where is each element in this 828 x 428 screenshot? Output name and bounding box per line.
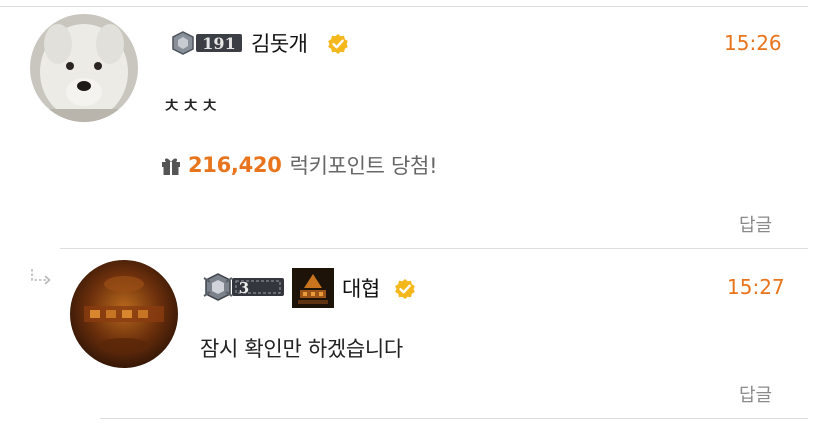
top-divider [0,6,808,7]
bottom-divider [100,418,808,419]
comment-time: 15:26 [724,31,782,55]
guild-emblem-icon [292,268,334,308]
level-emblem-icon: 3 [203,273,284,301]
username[interactable]: 김돗개 [251,28,308,58]
level-badge: 191 [170,30,244,56]
lucky-points-label: 럭키포인트 당첨! [289,154,438,178]
level-emblem-icon: 191 [170,30,244,56]
avatar[interactable] [70,260,178,368]
reply-button[interactable]: 답글 [739,381,772,407]
reply-button[interactable]: 답글 [739,211,772,237]
guild-emblem [292,268,334,308]
verified-check-icon [395,279,415,299]
verified-check-icon [328,34,348,54]
reply-arrow-icon [31,269,51,285]
gift-icon [162,158,180,175]
avatar[interactable] [30,14,138,122]
level-number: 3 [239,279,249,297]
comment-time: 15:27 [727,275,785,299]
lucky-point-notice: 216,420 럭키포인트 당첨! [160,150,438,180]
level-badge: 3 [202,272,286,302]
lucky-points-value: 216,420 [188,153,282,177]
comment-text: 잠시 확인만 하겠습니다 [200,337,403,361]
comment-divider [60,248,808,249]
username[interactable]: 대협 [342,273,380,303]
comment-text: ㅊㅊㅊ [162,94,220,118]
level-number: 191 [202,34,235,53]
